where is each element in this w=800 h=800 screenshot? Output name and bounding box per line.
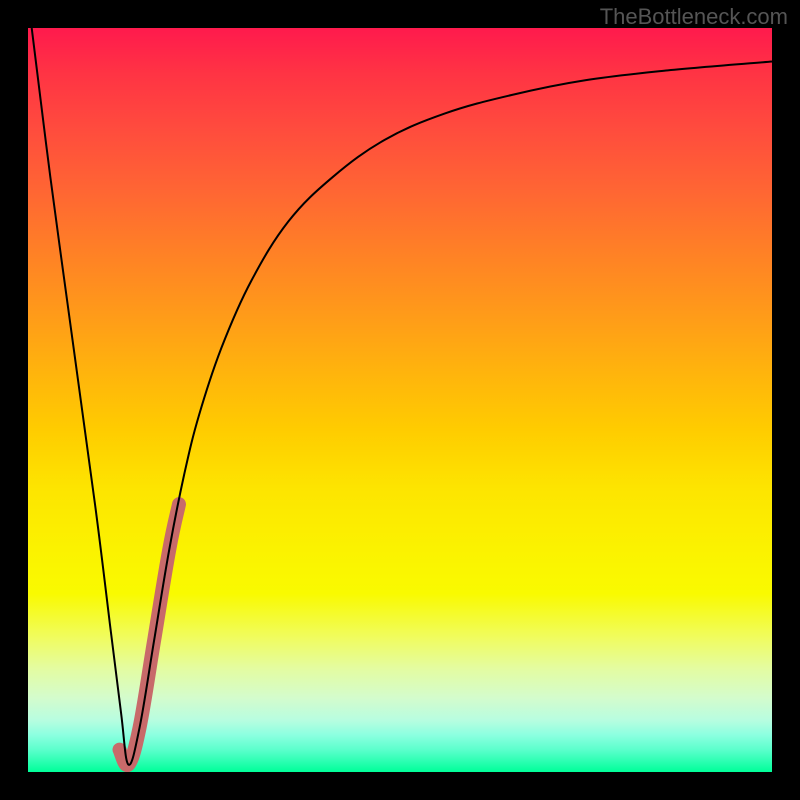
chart-svg <box>28 28 772 772</box>
plot-area <box>28 28 772 772</box>
attribution-text: TheBottleneck.com <box>600 4 788 30</box>
main-curve <box>32 28 772 765</box>
